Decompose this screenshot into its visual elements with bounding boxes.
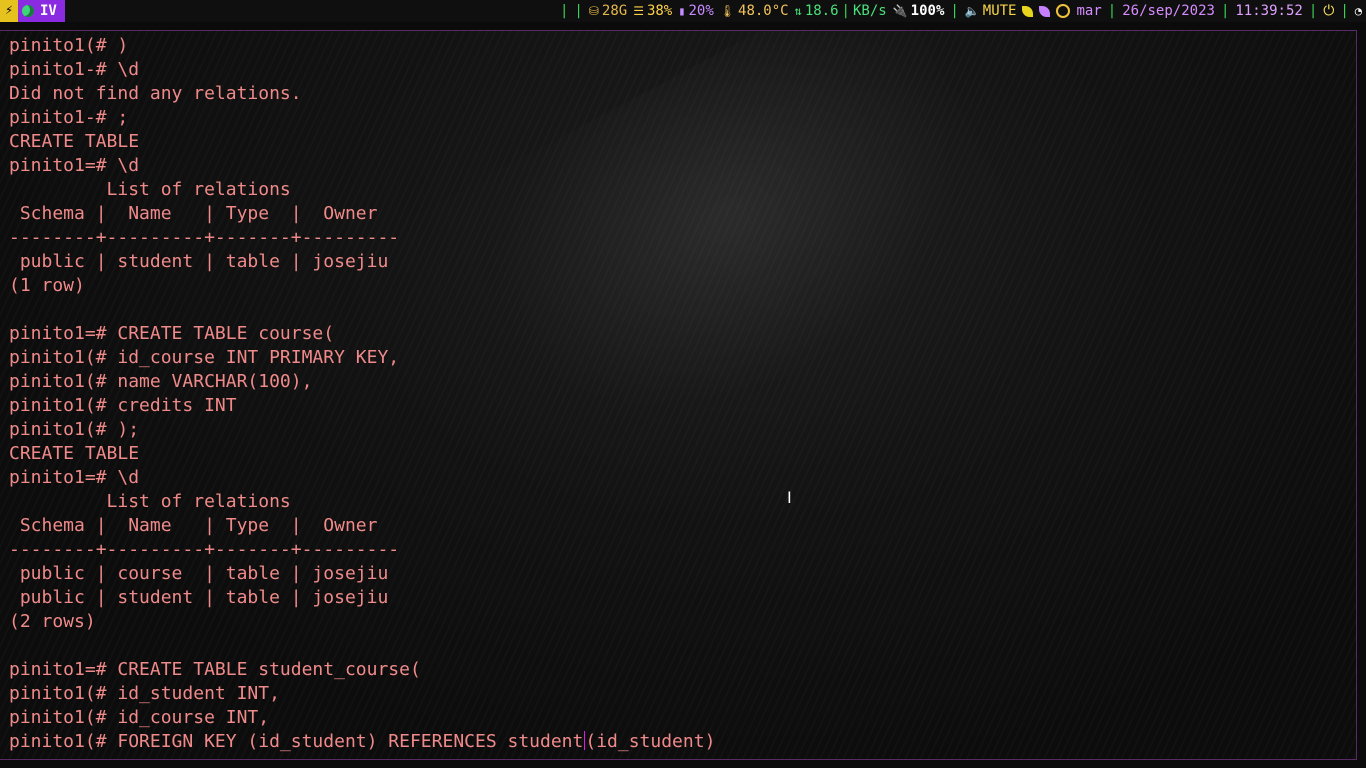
terminal-window[interactable]: pinito1(# ) pinito1-# \d Did not find any … bbox=[0, 30, 1357, 760]
date-label: 26/sep/2023 bbox=[1122, 3, 1215, 19]
temperature-value: 48.0°C bbox=[738, 3, 789, 19]
temperature-widget: 🌡 48.0°C bbox=[720, 0, 789, 22]
network-unit: KB/s bbox=[852, 3, 887, 19]
volume-widget[interactable]: 🔈 MUTE bbox=[965, 0, 1017, 22]
terminal-line: pinito1(# id_student INT, bbox=[9, 683, 280, 704]
memory-value: 38% bbox=[646, 3, 673, 19]
terminal-line: List of relations bbox=[9, 179, 291, 200]
cpu-widget: ▮ 20% bbox=[678, 0, 714, 22]
terminal-output: pinito1(# ) pinito1-# \d Did not find any … bbox=[9, 34, 715, 754]
terminal-line: pinito1(# ); bbox=[9, 419, 140, 440]
terminal-line: Schema | Name | Type | Owner bbox=[9, 515, 378, 536]
terminal-line: pinito1(# id_course INT PRIMARY KEY, bbox=[9, 347, 400, 368]
separator: | bbox=[1340, 3, 1349, 19]
terminal-line: --------+---------+-------+--------- bbox=[9, 227, 400, 248]
terminal-line: CREATE TABLE bbox=[9, 131, 140, 152]
speaker-icon: 🔈 bbox=[964, 4, 980, 18]
terminal-line: public | course | table | josejiu bbox=[9, 563, 389, 584]
current-input-after-cursor: (id_student) bbox=[585, 731, 716, 752]
terminal-line: public | student | table | josejiu bbox=[9, 587, 389, 608]
wifi-icon[interactable]: ◔ bbox=[1355, 0, 1362, 22]
workspace-indicator[interactable]: IV bbox=[18, 0, 65, 22]
text-cursor-icon: I bbox=[787, 488, 792, 507]
terminal-line: (1 row) bbox=[9, 275, 85, 296]
menu-lightning-icon[interactable]: ⚡ bbox=[0, 0, 18, 22]
terminal-line: pinito1=# \d bbox=[9, 467, 140, 488]
separator: | bbox=[841, 3, 850, 19]
workspace-label: IV bbox=[40, 3, 57, 19]
disk-widget: ⛁ 28G bbox=[589, 0, 627, 22]
time-label: 11:39:52 bbox=[1235, 3, 1303, 19]
terminal-line: pinito1=# CREATE TABLE student_course( bbox=[9, 659, 421, 680]
terminal-line: pinito1(# id_course INT, bbox=[9, 707, 270, 728]
status-bar: ⚡ IV | | ⛁ 28G ☰ 38% ▮ 20% 🌡 48.0°C ⇅ 18… bbox=[0, 0, 1366, 22]
terminal-line: List of relations bbox=[9, 491, 291, 512]
terminal-line: Schema | Name | Type | Owner bbox=[9, 203, 378, 224]
plug-icon: 🔌 bbox=[892, 4, 908, 18]
separator: | bbox=[1220, 3, 1230, 19]
volume-value: MUTE bbox=[982, 3, 1017, 19]
separator: | bbox=[950, 3, 959, 19]
terminal-line: public | student | table | josejiu bbox=[9, 251, 389, 272]
battery-widget: 🔌 100% bbox=[893, 0, 945, 22]
terminal-line: (2 rows) bbox=[9, 611, 96, 632]
separator: | bbox=[1308, 3, 1318, 19]
terminal-line: pinito1=# CREATE TABLE course( bbox=[9, 323, 335, 344]
network-updown-icon: ⇅ bbox=[794, 4, 802, 18]
leaf-icon bbox=[1039, 5, 1051, 17]
separator: | bbox=[559, 3, 569, 19]
terminal-current-line: pinito1(# FOREIGN KEY (id_student) REFER… bbox=[9, 730, 715, 754]
terminal-line: pinito1(# ) bbox=[9, 35, 129, 56]
cpu-value: 20% bbox=[688, 3, 714, 19]
terminal-line: pinito1(# name VARCHAR(100), bbox=[9, 371, 313, 392]
leaf-icon bbox=[1022, 5, 1034, 17]
network-widget: ⇅ 18.6 | KB/s bbox=[795, 0, 887, 22]
disk-icon: ⛁ bbox=[588, 4, 599, 18]
network-value: 18.6 bbox=[804, 3, 839, 19]
thermometer-icon: 🌡 bbox=[719, 4, 736, 18]
memory-widget: ☰ 38% bbox=[633, 0, 672, 22]
moon-icon bbox=[22, 5, 34, 17]
separator: | bbox=[574, 3, 583, 19]
day-label: mar bbox=[1076, 3, 1102, 19]
terminal-line: CREATE TABLE bbox=[9, 443, 140, 464]
terminal-line: --------+---------+-------+--------- bbox=[9, 539, 400, 560]
terminal-line: Did not find any relations. bbox=[9, 83, 302, 104]
battery-value: 100% bbox=[910, 3, 945, 19]
power-icon[interactable]: ⏻ bbox=[1323, 0, 1334, 22]
clock-icon bbox=[1056, 4, 1071, 18]
current-input-before-cursor: pinito1(# FOREIGN KEY (id_student) REFER… bbox=[9, 731, 584, 752]
disk-value: 28G bbox=[601, 3, 628, 19]
terminal-line: pinito1-# \d bbox=[9, 59, 140, 80]
memory-icon: ☰ bbox=[633, 4, 644, 18]
cpu-icon: ▮ bbox=[678, 4, 686, 18]
terminal-line: pinito1=# \d bbox=[9, 155, 140, 176]
separator: | bbox=[1107, 3, 1117, 19]
terminal-line: pinito1(# credits INT bbox=[9, 395, 237, 416]
terminal-line: pinito1-# ; bbox=[9, 107, 129, 128]
